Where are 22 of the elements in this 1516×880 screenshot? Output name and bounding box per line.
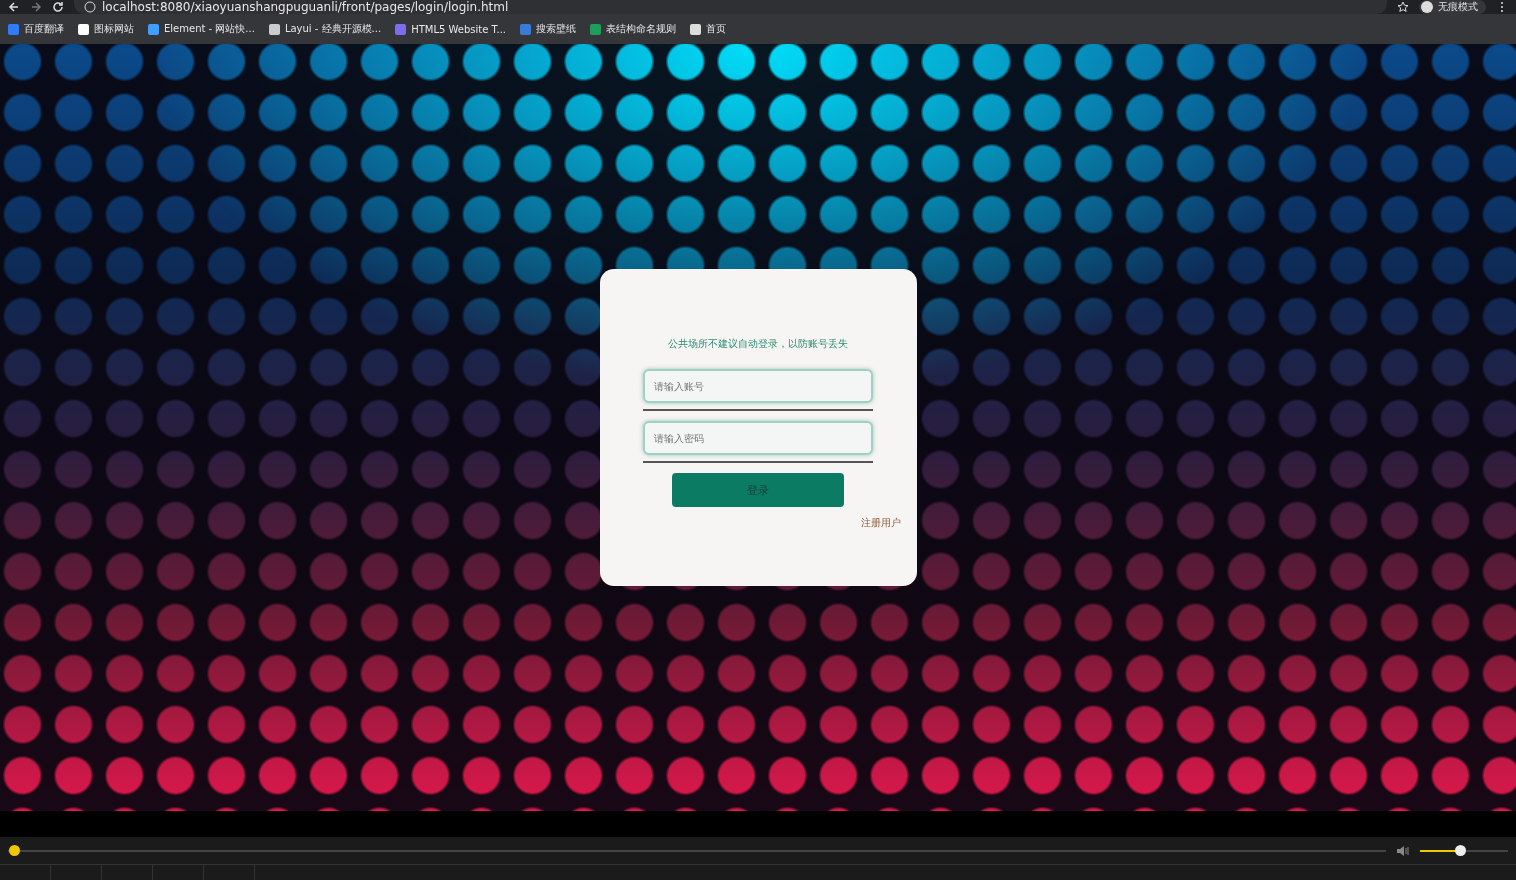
register-link[interactable]: 注册用户 bbox=[860, 516, 901, 530]
progress-handle[interactable] bbox=[9, 845, 20, 856]
bookmark-link[interactable]: 搜索壁纸 bbox=[520, 22, 577, 36]
bookmark-link[interactable]: 图标网站 bbox=[78, 22, 134, 36]
forward-icon[interactable] bbox=[30, 1, 42, 13]
bookmark-link[interactable]: 百度翻译 bbox=[8, 22, 64, 36]
info-icon bbox=[84, 1, 96, 13]
notice-text: 公共场所不建议自动登录，以防账号丢失 bbox=[668, 337, 848, 351]
bookmark-link[interactable]: Element - 网站快... bbox=[148, 22, 255, 36]
address-bar[interactable]: localhost:8080/xiaoyuanshangpuguanli/front/pages/login/login.html bbox=[74, 0, 1387, 14]
volume-handle[interactable] bbox=[1455, 845, 1467, 856]
password-field[interactable]: 请输入密码 bbox=[643, 421, 873, 455]
back-icon[interactable] bbox=[8, 1, 20, 13]
bookmark-link[interactable]: HTML5 Website T... bbox=[395, 23, 507, 35]
bookmark-link[interactable]: 首页 bbox=[690, 22, 727, 36]
username-field[interactable]: 请输入账号 bbox=[643, 369, 873, 403]
star-icon[interactable] bbox=[1397, 1, 1409, 13]
incognito-profile-button[interactable]: 无痕模式 bbox=[1419, 0, 1486, 14]
bookmark-link[interactable]: Layui - 经典开源模... bbox=[268, 22, 382, 36]
speaker-icon[interactable] bbox=[1396, 844, 1410, 857]
reload-icon[interactable] bbox=[52, 1, 64, 13]
bookmark-link[interactable]: 表结构命名规则 bbox=[590, 22, 677, 36]
